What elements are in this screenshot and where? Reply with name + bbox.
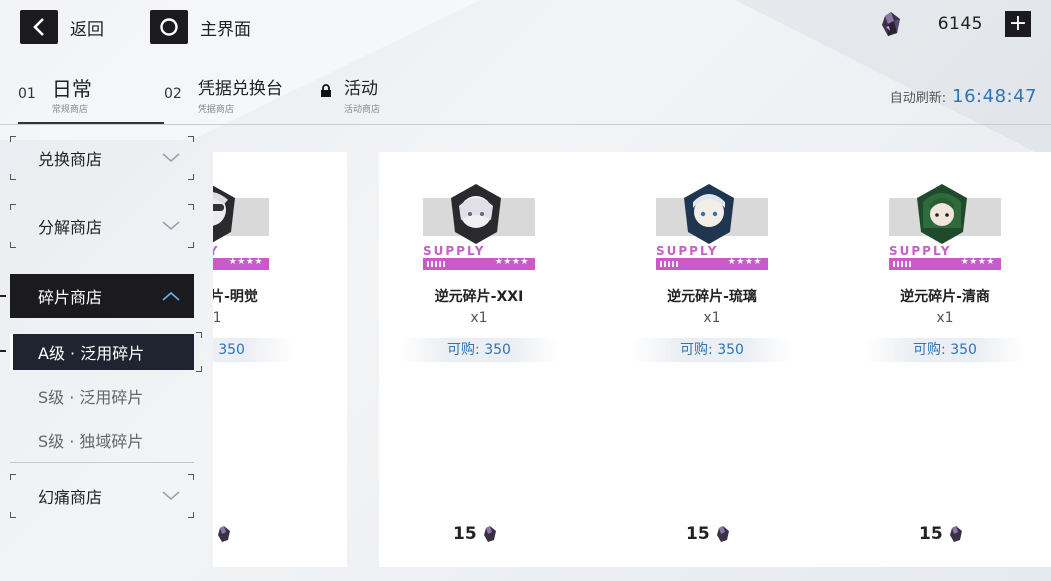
sidebar-item-label: 碎片商店: [38, 288, 103, 307]
sidebar-divider: [10, 462, 194, 463]
tab-event[interactable]: 活动 活动商店: [320, 76, 380, 115]
available-count: 可购: 350: [399, 338, 559, 362]
subitem-s-general-fragments[interactable]: S级 · 泛用碎片: [10, 378, 194, 414]
item-price: 15: [919, 524, 963, 544]
tab-number: 01: [18, 86, 36, 102]
sidebar-item-fragment-shop[interactable]: 碎片商店: [10, 274, 194, 318]
rarity-stars: ★★★★: [727, 257, 762, 267]
subitem-label: A级 · 泛用碎片: [38, 344, 145, 363]
shop-item-card[interactable]: SUPPLY ★★★★ 逆元碎片-琉璃 x1 可购: 350 15: [612, 152, 846, 567]
item-price: 15: [453, 524, 497, 544]
rarity-stars: ★★★★: [494, 257, 529, 267]
tab-sublabel: 活动商店: [344, 105, 381, 115]
lock-icon: [321, 84, 331, 97]
price-amount: 15: [919, 524, 943, 544]
home-button[interactable]: 主界面: [150, 10, 251, 44]
rarity-stars: ★★★★: [228, 257, 263, 267]
rarity-bar: ★★★★: [423, 257, 535, 270]
item-name: 逆元碎片-清商: [900, 289, 990, 305]
sidebar-item-label: 分解商店: [38, 218, 103, 237]
available-count: 可购: 350: [865, 338, 1025, 362]
crystal-icon: [949, 526, 962, 542]
price-amount: 15: [453, 524, 477, 544]
add-currency-button[interactable]: +: [1005, 11, 1031, 37]
chevron-down-icon: [162, 491, 180, 500]
subitem-a-general-fragments[interactable]: A级 · 泛用碎片: [10, 332, 202, 372]
item-name: 逆元碎片-XXI: [434, 289, 524, 305]
crystal-icon: [716, 526, 729, 542]
sidebar-item-exchange-shop[interactable]: 兑换商店: [10, 136, 194, 180]
chevron-left-icon: [20, 10, 58, 44]
back-button[interactable]: 返回: [20, 10, 104, 44]
tab-number: 02: [164, 86, 182, 102]
crystal-icon: [881, 12, 900, 36]
tab-daily[interactable]: 01 日常 常规商店: [18, 76, 164, 124]
currency-display: 6145 +: [880, 11, 1031, 37]
shop-sidebar: 兑换商店 分解商店 碎片商店 A级 · 泛用碎片 S级 · 泛用碎片 S级 · …: [0, 130, 210, 581]
supply-label: SUPPLY: [889, 244, 952, 258]
item-quantity: x1: [936, 310, 954, 326]
subitem-s-exclusive-fragments[interactable]: S级 · 独域碎片: [10, 422, 194, 458]
crystal-icon: [217, 526, 230, 542]
rarity-stars: ★★★★: [960, 257, 995, 267]
tab-label: 日常: [51, 77, 92, 101]
character-portrait: [917, 184, 967, 244]
tab-label: 凭据兑换台: [197, 79, 283, 99]
tab-sublabel: 常规商店: [51, 105, 88, 115]
available-count: 可购: 350: [632, 338, 792, 362]
tab-label: 活动: [344, 79, 378, 99]
tab-divider: [0, 124, 1051, 125]
shop-item-card[interactable]: SUPPLY ★★★★ 逆元碎片-清商 x1 可购: 350 15: [845, 152, 1051, 567]
active-marker: [0, 350, 6, 352]
refresh-label: 自动刷新:: [889, 91, 947, 106]
tab-sublabel: 凭据商店: [197, 105, 234, 115]
shop-item-card[interactable]: SUPPLY ★★★★ 逆元碎片-XXI x1 可购: 350 15: [379, 152, 613, 567]
crystal-icon: [483, 526, 496, 542]
sidebar-item-phantom-pain-shop[interactable]: 幻痛商店: [10, 474, 194, 518]
character-portrait: [684, 184, 734, 244]
currency-amount: 6145: [937, 14, 983, 34]
auto-refresh: 自动刷新: 16:48:47: [890, 86, 1037, 107]
active-marker: [0, 295, 6, 297]
character-portrait: [451, 184, 501, 244]
item-quantity: x1: [470, 310, 488, 326]
plus-icon: +: [1008, 11, 1028, 36]
rarity-bar: ★★★★: [889, 257, 1001, 270]
sidebar-item-dismantle-shop[interactable]: 分解商店: [10, 204, 194, 248]
chevron-up-icon: [162, 291, 180, 301]
rarity-bar: ★★★★: [656, 257, 768, 270]
sidebar-item-label: 兑换商店: [38, 150, 103, 169]
home-label: 主界面: [200, 19, 251, 40]
item-quantity: x1: [703, 310, 721, 326]
circle-home-icon: [150, 10, 188, 44]
supply-label: SUPPLY: [423, 244, 486, 258]
sidebar-item-label: 幻痛商店: [38, 488, 103, 507]
chevron-down-icon: [162, 221, 180, 230]
subitem-label: S级 · 泛用碎片: [38, 388, 144, 407]
item-name: 逆元碎片-琉璃: [667, 289, 757, 305]
price-amount: 15: [686, 524, 710, 544]
back-label: 返回: [70, 19, 104, 40]
supply-label: SUPPLY: [656, 244, 719, 258]
top-bar: 返回 主界面 6145 +: [0, 0, 1051, 56]
refresh-timer: 16:48:47: [952, 86, 1037, 107]
subitem-label: S级 · 独域碎片: [38, 432, 144, 451]
tab-voucher-exchange[interactable]: 02 凭据兑换台 凭据商店: [164, 76, 283, 115]
item-price: 15: [686, 524, 730, 544]
chevron-down-icon: [162, 153, 180, 162]
